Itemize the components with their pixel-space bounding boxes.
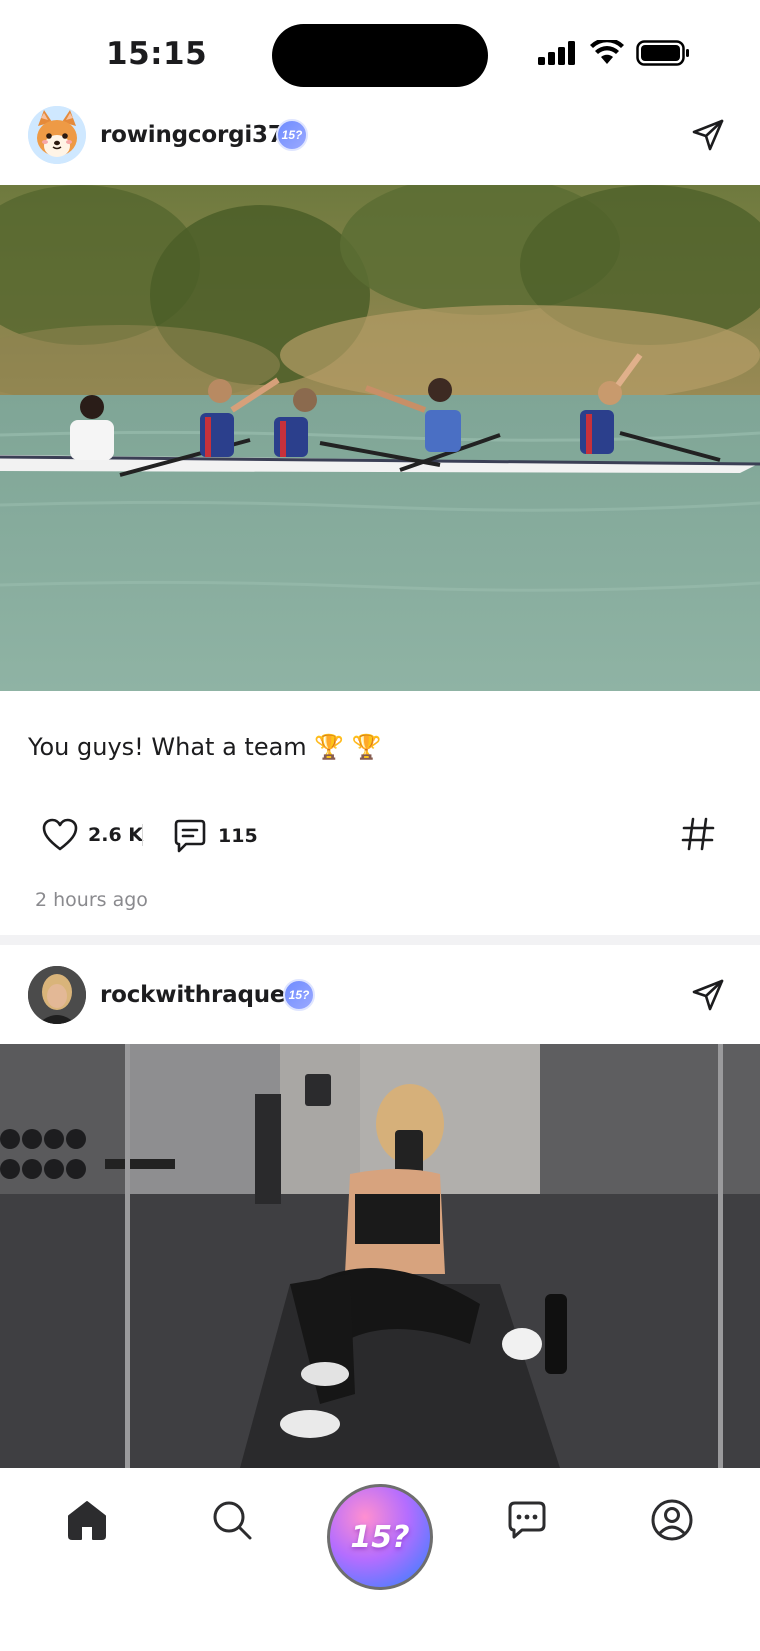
post-username[interactable]: rowingcorgi37 <box>100 122 284 148</box>
dynamic-island <box>272 24 488 87</box>
battery-icon <box>636 40 689 66</box>
post-timestamp: 2 hours ago <box>35 889 148 911</box>
tab-messages[interactable] <box>497 1490 557 1550</box>
search-icon <box>213 1501 252 1540</box>
post-separator <box>0 935 760 945</box>
share-button[interactable] <box>688 975 728 1015</box>
hashtag-icon <box>681 817 715 851</box>
corgi-avatar-icon <box>28 106 86 164</box>
avatar[interactable] <box>28 966 86 1024</box>
heart-icon <box>42 818 78 851</box>
like-count: 2.6 K <box>88 824 143 846</box>
tab-bar: 15? <box>0 1468 760 1651</box>
status-icons <box>538 40 690 66</box>
comment-count: 115 <box>218 825 258 847</box>
verified-15-badge: 15? <box>283 979 315 1011</box>
post-actions: 2.6 K 115 <box>0 810 760 860</box>
post-caption: You guys! What a team 🏆 🏆 <box>28 733 382 761</box>
messages-icon <box>508 1501 546 1539</box>
home-icon <box>68 1501 106 1540</box>
rowing-photo <box>0 185 760 691</box>
hashtag-button[interactable] <box>680 816 716 852</box>
wifi-icon <box>590 40 624 64</box>
cellular-signal-icon <box>538 41 575 65</box>
post-photo[interactable] <box>0 185 760 691</box>
user-photo-avatar <box>28 966 86 1024</box>
profile-icon <box>651 1499 693 1541</box>
post-header: rowingcorgi37 15? <box>0 95 760 175</box>
share-button[interactable] <box>688 115 728 155</box>
send-icon <box>692 119 724 151</box>
fab-label: 15? <box>350 1519 410 1555</box>
status-bar: 15:15 <box>0 0 760 100</box>
verified-15-badge: 15? <box>276 119 308 151</box>
create-button[interactable]: 15? <box>327 1484 433 1590</box>
post-photo[interactable] <box>0 1044 760 1468</box>
comment-button[interactable]: 115 <box>172 818 258 854</box>
status-time: 15:15 <box>106 36 208 72</box>
tab-profile[interactable] <box>642 1490 702 1550</box>
send-icon <box>692 979 724 1011</box>
post-header: rockwithraquel 15? <box>0 955 760 1035</box>
post-username[interactable]: rockwithraquel <box>100 982 293 1008</box>
gym-photo <box>0 1044 760 1468</box>
tab-home[interactable] <box>57 1490 117 1550</box>
like-button[interactable]: 2.6 K <box>42 818 143 852</box>
comment-icon <box>174 819 206 853</box>
avatar[interactable] <box>28 106 86 164</box>
action-divider <box>142 824 143 846</box>
tab-search[interactable] <box>202 1490 262 1550</box>
